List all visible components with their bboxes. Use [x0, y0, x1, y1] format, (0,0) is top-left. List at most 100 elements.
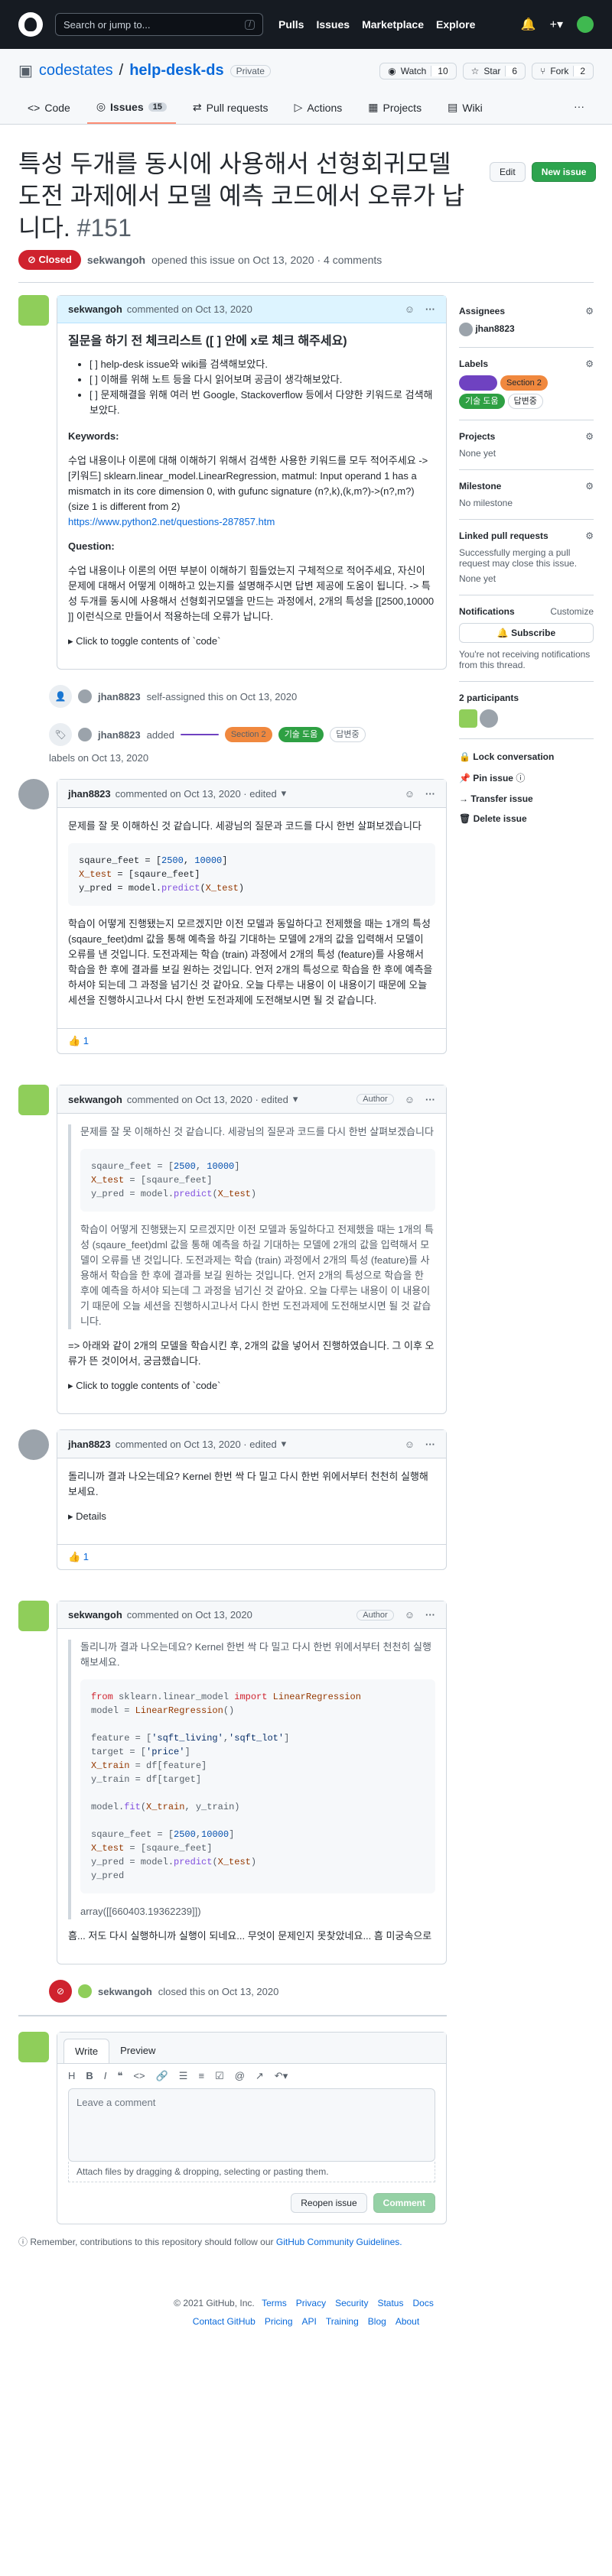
tab-preview[interactable]: Preview: [109, 2039, 166, 2063]
comment-author[interactable]: sekwangoh: [68, 1094, 122, 1105]
footer-link[interactable]: Contact GitHub: [193, 2316, 256, 2327]
new-issue-button[interactable]: New issue: [531, 162, 597, 182]
chevron-down-icon[interactable]: ▾: [293, 1093, 298, 1105]
quote-icon[interactable]: ❝: [117, 2070, 122, 2082]
task-list-icon[interactable]: ☑: [215, 2070, 224, 2082]
transfer-issue-button[interactable]: → Transfer issue: [459, 789, 594, 809]
github-logo-icon[interactable]: [18, 12, 43, 37]
nav-explore[interactable]: Explore: [436, 18, 475, 31]
comment-date[interactable]: commented on Oct 13, 2020 · edited: [116, 1439, 277, 1450]
mention-icon[interactable]: @: [235, 2070, 245, 2082]
comment-date[interactable]: commented on Oct 13, 2020: [127, 303, 252, 315]
avatar[interactable]: [480, 709, 499, 728]
repo-owner-link[interactable]: codestates: [39, 62, 113, 79]
footer-link[interactable]: Docs: [412, 2298, 433, 2308]
kebab-icon[interactable]: ···: [425, 303, 435, 315]
footer-link[interactable]: Status: [377, 2298, 403, 2308]
footer-link[interactable]: Pricing: [265, 2316, 293, 2327]
chevron-down-icon[interactable]: ▾: [282, 1438, 287, 1450]
event-user[interactable]: jhan8823: [98, 729, 141, 741]
details-toggle[interactable]: ▸ Details: [68, 1509, 435, 1524]
assignee[interactable]: jhan8823: [475, 323, 514, 334]
linked-prs-heading[interactable]: Linked pull requests: [459, 530, 549, 541]
link-icon[interactable]: 🔗: [156, 2070, 168, 2082]
smiley-icon[interactable]: ☺: [405, 1609, 415, 1621]
footer-link[interactable]: Blog: [368, 2316, 386, 2327]
avatar[interactable]: [18, 295, 49, 326]
reaction-button[interactable]: 👍 1: [57, 1544, 446, 1569]
label-badge[interactable]: 기술 도움: [278, 727, 324, 742]
tab-write[interactable]: Write: [63, 2039, 110, 2063]
attach-files[interactable]: Attach files by dragging & dropping, sel…: [68, 2162, 435, 2182]
bell-icon[interactable]: 🔔: [521, 17, 536, 32]
italic-icon[interactable]: I: [104, 2070, 107, 2082]
event-user[interactable]: jhan8823: [98, 691, 141, 702]
chevron-down-icon[interactable]: ▾: [282, 787, 287, 800]
repo-name-link[interactable]: help-desk-ds: [129, 62, 223, 79]
delete-issue-button[interactable]: 🗑 Delete issue: [459, 809, 594, 829]
tab-issues[interactable]: ◎ Issues 15: [86, 94, 176, 124]
nav-pulls[interactable]: Pulls: [278, 18, 304, 31]
comment-date[interactable]: commented on Oct 13, 2020 · edited: [116, 788, 277, 800]
watch-button[interactable]: ◉ Watch 10: [379, 62, 457, 79]
gear-icon[interactable]: ⚙: [585, 481, 594, 492]
tab-pull-requests[interactable]: ⇄ Pull requests: [184, 94, 278, 124]
reopen-issue-button[interactable]: Reopen issue: [291, 2193, 367, 2213]
code-toggle[interactable]: ▸ Click to toggle contents of `code`: [68, 1378, 435, 1393]
search-input[interactable]: Search or jump to... /: [55, 13, 263, 36]
reference-link[interactable]: https://www.python2.net/questions-287857…: [68, 516, 275, 527]
label-badge[interactable]: Section 2: [224, 727, 272, 742]
kebab-icon[interactable]: ···: [425, 1094, 435, 1105]
gear-icon[interactable]: ⚙: [585, 306, 594, 316]
customize-link[interactable]: Customize: [550, 606, 594, 617]
footer-link[interactable]: Privacy: [296, 2298, 326, 2308]
kebab-icon[interactable]: ···: [425, 1439, 435, 1450]
event-user[interactable]: sekwangoh: [98, 1986, 152, 1997]
smiley-icon[interactable]: ☺: [405, 303, 415, 315]
smiley-icon[interactable]: ☺: [405, 788, 415, 800]
footer-link[interactable]: Security: [335, 2298, 368, 2308]
nav-issues[interactable]: Issues: [316, 18, 350, 31]
projects-heading[interactable]: Projects: [459, 431, 495, 442]
plus-icon[interactable]: +▾: [550, 17, 563, 32]
edit-button[interactable]: Edit: [490, 162, 526, 182]
tab-projects[interactable]: ▦ Projects: [359, 94, 431, 124]
label-badge[interactable]: 답변중: [507, 394, 543, 409]
guidelines-link[interactable]: GitHub Community Guidelines.: [276, 2237, 402, 2247]
pin-issue-button[interactable]: 📌 Pin issue ⓘ: [459, 767, 594, 789]
avatar[interactable]: [577, 16, 594, 33]
footer-link[interactable]: Training: [326, 2316, 359, 2327]
comment-input[interactable]: Leave a comment: [68, 2088, 435, 2162]
avatar[interactable]: [18, 779, 49, 809]
smiley-icon[interactable]: ☺: [405, 1094, 415, 1105]
avatar[interactable]: [18, 1601, 49, 1631]
avatar[interactable]: [18, 1085, 49, 1115]
numbered-list-icon[interactable]: ≡: [198, 2070, 204, 2082]
reference-icon[interactable]: ↗: [256, 2070, 264, 2082]
reaction-button[interactable]: 👍 1: [57, 1028, 446, 1053]
label-badge[interactable]: [180, 734, 219, 735]
tab-actions[interactable]: ▷ Actions: [285, 94, 352, 124]
avatar[interactable]: [78, 1984, 92, 1998]
footer-link[interactable]: About: [396, 2316, 419, 2327]
subscribe-button[interactable]: 🔔 Subscribe: [459, 623, 594, 643]
label-badge[interactable]: 기술 도움: [459, 394, 505, 409]
footer-link[interactable]: Terms: [262, 2298, 287, 2308]
tab-code[interactable]: <> Code: [18, 94, 80, 124]
gear-icon[interactable]: ⚙: [585, 358, 594, 369]
milestone-heading[interactable]: Milestone: [459, 481, 501, 492]
kebab-icon[interactable]: ···: [425, 1609, 435, 1621]
kebab-icon[interactable]: ···: [425, 788, 435, 800]
star-button[interactable]: ☆ Star 6: [462, 62, 526, 79]
comment-author[interactable]: jhan8823: [68, 788, 111, 800]
smiley-icon[interactable]: ☺: [405, 1439, 415, 1450]
gear-icon[interactable]: ⚙: [585, 530, 594, 541]
comment-date[interactable]: commented on Oct 13, 2020: [127, 1609, 252, 1621]
issue-author[interactable]: sekwangoh: [87, 254, 145, 266]
avatar[interactable]: [459, 709, 477, 728]
bullet-list-icon[interactable]: ☰: [179, 2070, 188, 2082]
avatar[interactable]: [18, 2032, 49, 2062]
labels-heading[interactable]: Labels: [459, 358, 488, 369]
comment-button[interactable]: Comment: [373, 2193, 435, 2213]
reply-icon[interactable]: ↶▾: [275, 2070, 288, 2082]
